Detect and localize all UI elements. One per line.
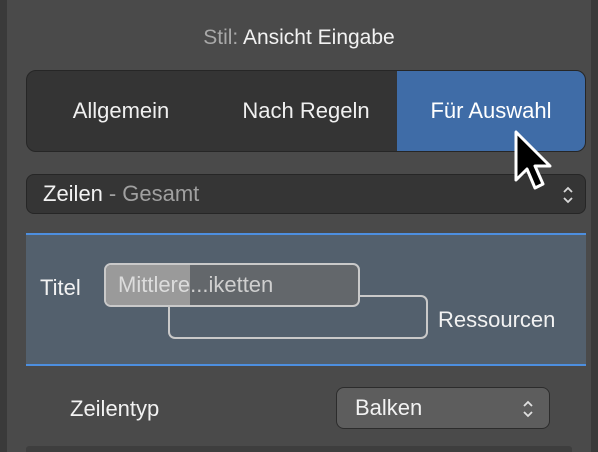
selection-panel: Titel Mittlere ...iketten Ressourcen <box>26 233 586 366</box>
bottom-divider <box>26 446 572 452</box>
up-down-chevrons-icon <box>521 398 535 420</box>
tab-allgemein[interactable]: Allgemein <box>27 71 215 151</box>
up-down-chevrons-icon <box>561 184 575 206</box>
segmented-tabs: Allgemein Nach Regeln Für Auswahl <box>26 70 586 152</box>
zeilentyp-popup-button[interactable]: Balken <box>336 387 550 429</box>
scope-separator: - <box>108 181 117 206</box>
window-left-edge <box>0 0 7 452</box>
titel-field[interactable]: Mittlere ...iketten <box>104 263 360 307</box>
style-value: Ansicht Eingabe <box>242 26 395 49</box>
titel-label: Titel <box>40 275 81 300</box>
mouse-pointer-icon <box>514 130 552 190</box>
scope-main-label: Zeilen <box>43 181 103 206</box>
tab-nach-regeln[interactable]: Nach Regeln <box>215 71 397 151</box>
titel-field-selected-text: Mittlere <box>106 265 191 305</box>
titel-field-text: ...iketten <box>190 272 274 297</box>
scope-popup-button[interactable]: Zeilen - Gesamt <box>26 174 586 214</box>
scope-sub-label: Gesamt <box>122 181 200 206</box>
zeilentyp-value: Balken <box>355 395 423 420</box>
style-header: Stil: Ansicht Eingabe <box>0 26 598 50</box>
style-label: Stil: <box>203 26 239 49</box>
ressourcen-label: Ressourcen <box>438 307 556 332</box>
zeilentyp-label: Zeilentyp <box>70 396 160 421</box>
window-right-edge <box>591 0 598 452</box>
